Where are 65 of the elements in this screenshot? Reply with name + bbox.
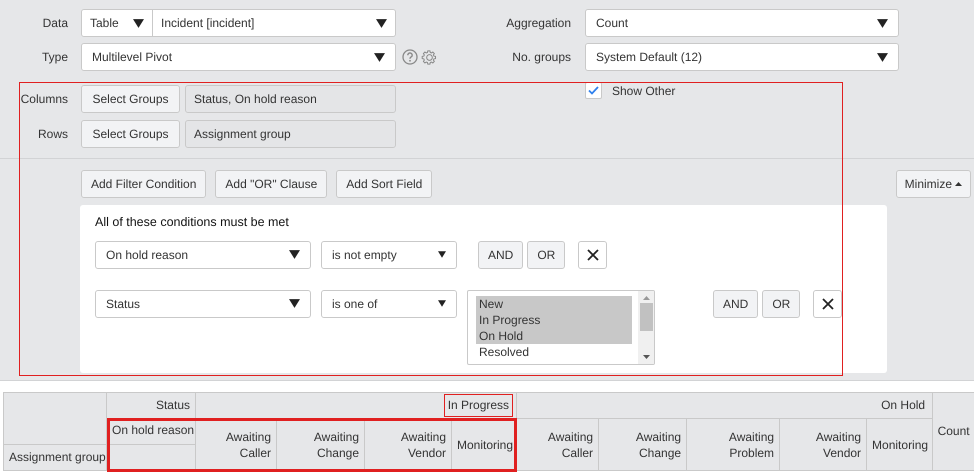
dropdown-field[interactable]: Multilevel Pivot bbox=[81, 43, 396, 71]
field-label: Type bbox=[40, 49, 68, 66]
header-cell: Awaiting Caller bbox=[196, 418, 276, 470]
action-button[interactable]: OR bbox=[762, 290, 800, 318]
caret-icon bbox=[877, 18, 888, 28]
minimize-button[interactable]: Minimize bbox=[896, 170, 971, 198]
field-label: Columns bbox=[20, 91, 68, 108]
list-option[interactable]: Resolved bbox=[476, 344, 632, 360]
group-value-field: Status, On hold reason bbox=[185, 85, 396, 113]
caret-up-icon bbox=[955, 182, 962, 186]
caret-icon bbox=[289, 299, 300, 308]
action-button[interactable]: Add Filter Condition bbox=[81, 170, 206, 198]
action-button[interactable]: AND bbox=[713, 290, 758, 318]
panel-heading: All of these conditions must be met bbox=[95, 214, 290, 231]
dropdown-field[interactable]: System Default (12) bbox=[585, 43, 899, 71]
remove-button[interactable] bbox=[578, 240, 608, 269]
action-button[interactable]: Select Groups bbox=[81, 120, 180, 148]
status-header: In Progress bbox=[444, 394, 514, 417]
list-option[interactable]: On Hold bbox=[476, 328, 632, 344]
dropdown-field[interactable]: Count bbox=[585, 9, 899, 37]
group-value-field: Assignment group bbox=[185, 120, 396, 148]
header-cell: Assignment group bbox=[4, 444, 106, 470]
scroll-down-icon[interactable] bbox=[642, 354, 650, 359]
dropdown-field[interactable]: is one of bbox=[321, 290, 457, 318]
header-cell: Awaiting Vendor bbox=[780, 418, 867, 470]
field-label: No. groups bbox=[511, 49, 571, 66]
close-icon bbox=[822, 298, 834, 310]
dropdown-field[interactable]: Incident [incident] bbox=[153, 9, 396, 37]
check-icon bbox=[588, 86, 599, 95]
header-cell: Awaiting Problem bbox=[686, 418, 780, 470]
field-label: Aggregation bbox=[505, 15, 571, 32]
dropdown-field[interactable]: On hold reason bbox=[95, 240, 311, 269]
header-cell: Count bbox=[932, 392, 974, 470]
checkbox[interactable] bbox=[585, 82, 602, 99]
action-button[interactable]: OR bbox=[527, 240, 566, 269]
settings-icon[interactable] bbox=[421, 48, 438, 66]
checkbox-label: Show Other bbox=[612, 83, 676, 100]
action-button[interactable]: Add "OR" Clause bbox=[215, 170, 328, 198]
caret-icon bbox=[133, 18, 144, 28]
caret-icon bbox=[376, 18, 387, 28]
dropdown-field[interactable]: Table bbox=[81, 9, 153, 37]
caret-icon bbox=[877, 52, 888, 62]
action-button[interactable]: AND bbox=[478, 240, 524, 269]
option-list[interactable]: New In Progress On Hold Resolved bbox=[467, 290, 655, 365]
caret-icon bbox=[289, 250, 300, 260]
caret-icon bbox=[438, 300, 446, 308]
scroll-up-icon[interactable] bbox=[642, 296, 650, 300]
help-icon[interactable] bbox=[402, 49, 418, 65]
dropdown-field[interactable]: Status bbox=[95, 290, 311, 318]
header-cell: Status bbox=[106, 392, 196, 418]
scrollbar[interactable] bbox=[638, 290, 654, 364]
dropdown-field[interactable]: is not empty bbox=[321, 240, 457, 269]
header-cell: Awaiting Change bbox=[598, 418, 687, 470]
status-header: On Hold bbox=[880, 397, 926, 414]
field-label: Rows bbox=[36, 126, 68, 143]
field-label: Data bbox=[42, 15, 68, 32]
header-cell: Awaiting Caller bbox=[516, 418, 599, 470]
list-option[interactable]: In Progress bbox=[476, 312, 632, 328]
caret-icon bbox=[374, 52, 385, 62]
action-button[interactable]: Select Groups bbox=[81, 85, 180, 113]
caret-icon bbox=[438, 251, 446, 258]
list-option[interactable]: New bbox=[476, 296, 632, 312]
remove-button[interactable] bbox=[813, 290, 842, 318]
action-button[interactable]: Add Sort Field bbox=[336, 170, 432, 198]
close-icon bbox=[586, 248, 599, 261]
